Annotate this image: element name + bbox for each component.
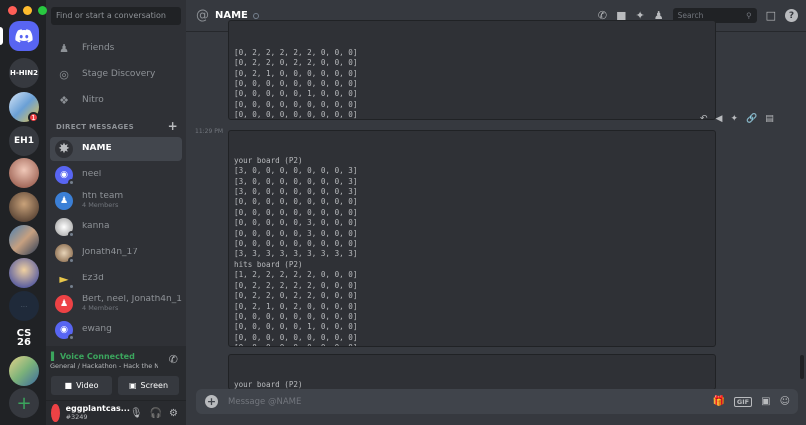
link-icon[interactable]: 🔗 [746,114,757,124]
dm-section-header: DIRECT MESSAGES + [56,119,178,133]
server-cs26[interactable]: CS 26 [9,323,39,353]
camera-icon: ■ [64,381,73,390]
zoom-window-button[interactable] [38,6,47,15]
gift-icon[interactable]: 🎁 [712,396,724,407]
nav-friends[interactable]: ♟ Friends [50,37,182,59]
attach-plus-icon[interactable]: + [205,395,218,408]
group-avatar-icon: ♟ [55,295,73,313]
message-input[interactable]: Message @NAME [228,397,301,407]
signal-icon: ▌ [51,352,58,361]
reply-icon[interactable]: ↶ [700,114,708,124]
mention-badge: 1 [28,112,39,123]
headphones-icon[interactable]: 🎧 [150,408,162,419]
plus-icon: + [16,392,32,414]
discord-logo-icon [15,29,33,43]
disconnect-call-icon[interactable]: ✆ [169,353,178,366]
server-h-hin2[interactable]: H-HIN2 [9,58,39,88]
microphone-icon[interactable]: 🎙 [130,408,143,419]
status-icon [68,231,75,238]
server-icon-5[interactable] [9,192,39,222]
chat-area: @ NAME ✆ ■ ✦ ♟ Search ⚲ □ ? [0, 2, 2, 2, … [186,0,806,425]
home-indicator [0,27,3,45]
avatar [55,244,75,264]
add-server-button[interactable]: + [9,388,39,418]
at-icon: @ [196,8,209,23]
close-window-button[interactable] [8,6,17,15]
code-block: your board (P2) [3, 0, 0, 0, 0, 0, 0, 0,… [228,130,716,347]
message-timestamp: 11:29 PM [195,128,223,135]
status-icon [68,179,75,186]
dm-item-jonath4n[interactable]: Jonath4n_17 [50,241,182,265]
server-icon-4[interactable] [9,158,39,188]
user-info[interactable]: eggplantcas... #3249 [66,405,130,422]
emoji-icon[interactable]: ☺ [780,396,790,407]
search-icon: ⚲ [746,11,752,20]
window-controls [8,6,47,15]
dm-item-ewang[interactable]: ◉ ewang [50,318,182,342]
nitro-icon: ❖ [59,93,69,107]
dm-item-name[interactable]: ✸ NAME [50,137,182,161]
server-rail: H-HIN2 1 EH1 · · · CS 26 + [0,0,46,425]
avatar: ✸ [55,140,73,158]
server-icon-6[interactable] [9,225,39,255]
user-avatar[interactable] [51,404,60,422]
more-icon[interactable]: ▤ [765,114,774,124]
stage-icon: ◎ [59,67,69,81]
status-icon [68,257,75,264]
home-button[interactable] [9,21,39,51]
avatar: ◉ [55,166,75,186]
dm-item-ez3d[interactable]: ► Ez3d [50,267,182,291]
find-conversation-input[interactable]: Find or start a conversation [51,7,181,25]
create-dm-icon[interactable]: + [168,120,178,132]
video-button[interactable]: ■ Video [51,376,112,395]
server-eh1[interactable]: EH1 [9,126,39,156]
message-composer: + Message @NAME 🎁 GIF ▣ ☺ [196,389,798,414]
friends-icon: ♟ [59,41,69,55]
minimize-window-button[interactable] [23,6,32,15]
user-panel: eggplantcas... #3249 🎙 🎧 ⚙ [46,401,186,425]
code-block: [0, 2, 2, 2, 2, 2, 0, 0, 0] [0, 2, 2, 0,… [228,20,716,120]
gear-icon[interactable]: ⚙ [169,408,178,419]
avatar [55,218,75,238]
voice-status-label[interactable]: ▌ Voice Connected [51,352,135,361]
code-block: your board (P2) [3, 0, 0, 0, 0, 0, 0, 0,… [228,354,716,390]
nav-nitro[interactable]: ❖ Nitro [50,89,182,111]
voice-channel-label[interactable]: General / Hackathon - Hack the N... [50,362,158,370]
dm-item-htn-team[interactable]: ♟ htn team 4 Members [50,189,182,213]
group-avatar-icon: ♟ [55,192,73,210]
gif-button[interactable]: GIF [733,396,753,407]
avatar: ◉ [55,321,75,341]
voice-connected-panel: ▌ Voice Connected General / Hackathon - … [46,346,186,401]
screen-share-button[interactable]: ▣ Screen [118,376,179,395]
status-icon [68,334,75,341]
scrollbar[interactable] [800,355,804,379]
megaphone-icon[interactable]: ◀ [716,114,723,124]
pin-icon[interactable]: ✦ [730,114,738,124]
sticker-icon[interactable]: ▣ [761,396,770,407]
server-icon-10[interactable] [9,356,39,386]
avatar: ► [55,270,75,290]
server-icon-7[interactable] [9,258,39,288]
nav-stage-discovery[interactable]: ◎ Stage Discovery [50,63,182,85]
status-icon [252,12,259,19]
help-icon[interactable]: ? [785,9,798,22]
status-icon [68,283,75,290]
dm-item-group-bert[interactable]: ♟ Bert, neel, Jonath4n_17 4 Members [50,292,182,316]
message-actions-bar: ↶ ◀ ✦ 🔗 ▤ [694,110,780,127]
server-icon-8[interactable]: · · · [9,291,39,321]
inbox-icon[interactable]: □ [766,9,776,22]
dm-item-kanna[interactable]: kanna [50,215,182,239]
dm-item-neel[interactable]: ◉ neel [50,163,182,187]
screen-icon: ▣ [128,381,137,390]
